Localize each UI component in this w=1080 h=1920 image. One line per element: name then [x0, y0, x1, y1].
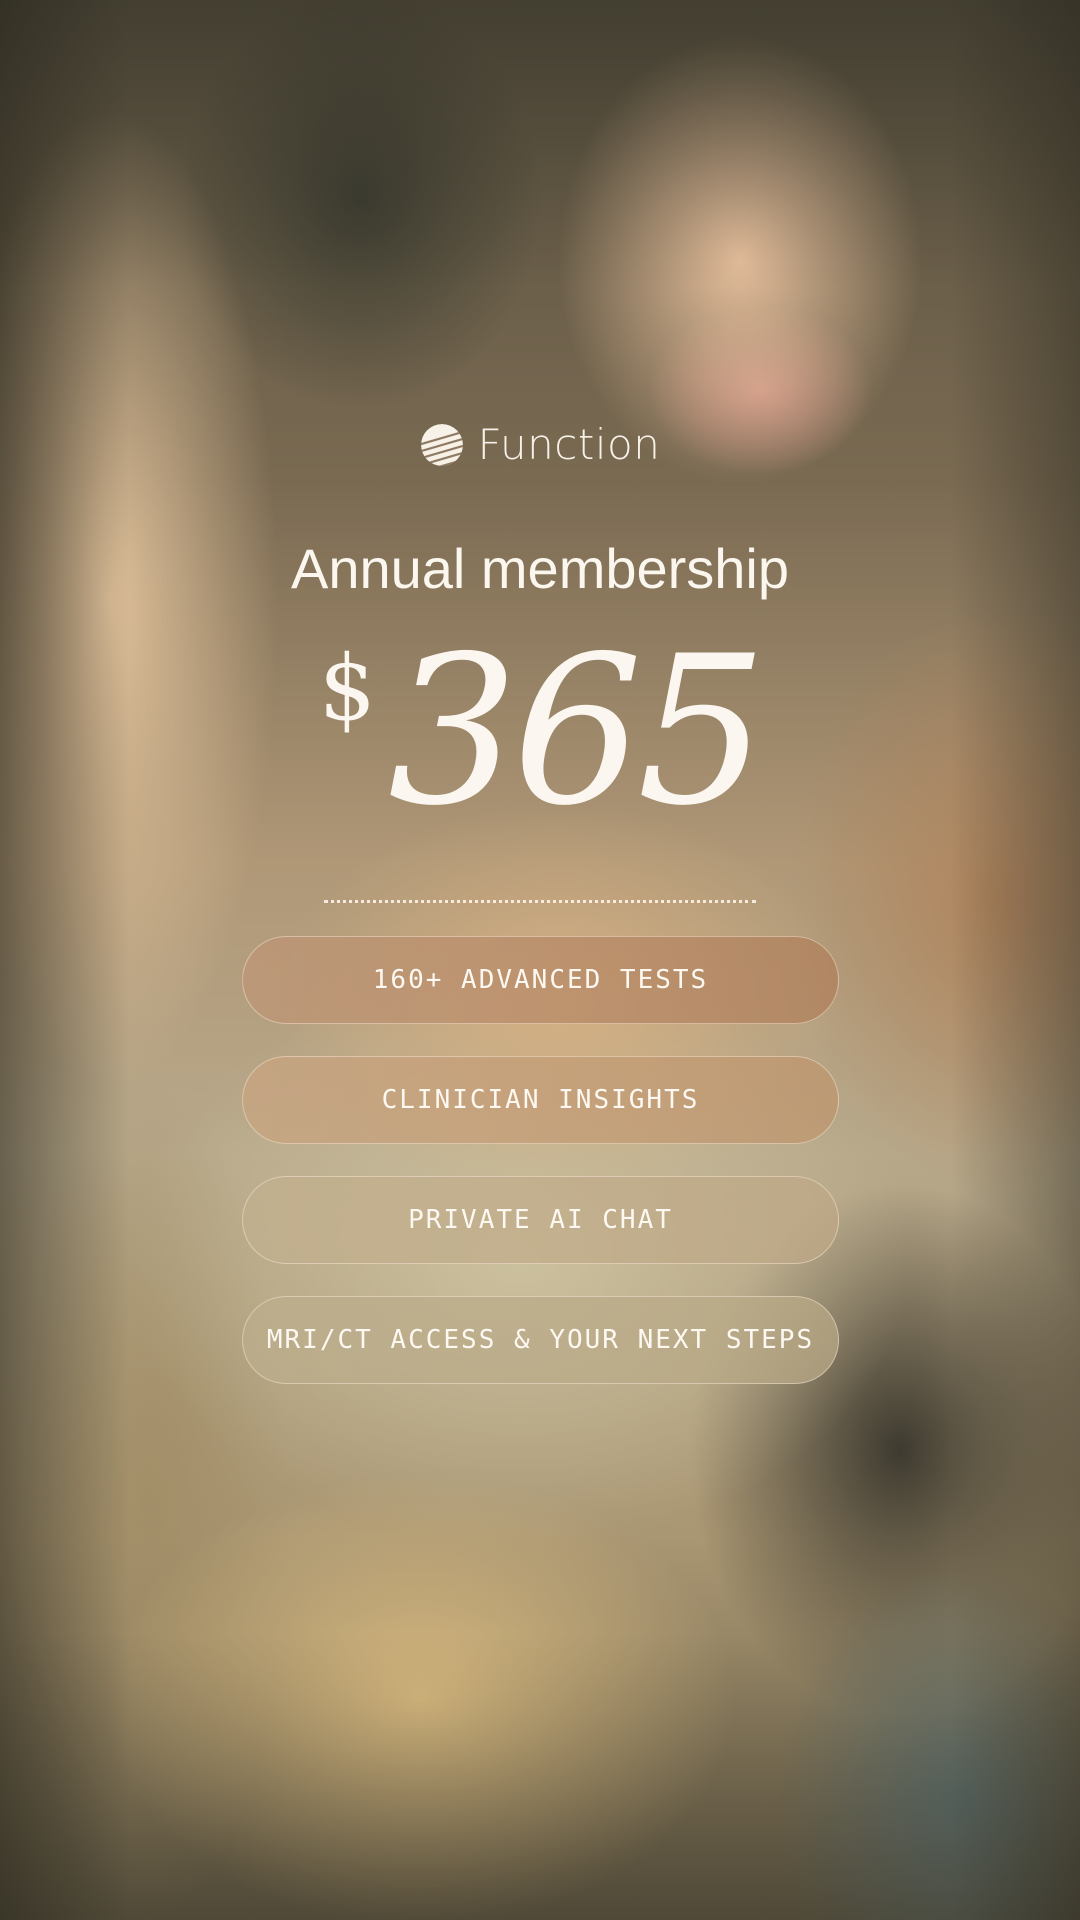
price: $ 365 — [0, 630, 1080, 840]
brand-name: Function — [477, 420, 661, 469]
dotted-divider — [324, 900, 756, 903]
price-amount: 365 — [387, 613, 767, 851]
price-currency: $ — [318, 636, 376, 741]
plan-title: Annual membership — [290, 537, 790, 600]
feature-pill-private-ai-chat: PRIVATE AI CHAT — [242, 1176, 839, 1264]
feature-pill-advanced-tests: 160+ ADVANCED TESTS — [242, 936, 839, 1024]
brand-logo: Function — [0, 420, 1080, 470]
striped-circle-icon — [420, 424, 463, 466]
feature-pill-mri-ct-access: MRI/CT ACCESS & YOUR NEXT STEPS — [242, 1296, 839, 1384]
content: Function Annual membership $ 365 160+ AD… — [0, 0, 1080, 1920]
feature-pill-clinician-insights: CLINICIAN INSIGHTS — [242, 1056, 839, 1144]
promo-screen: Function Annual membership $ 365 160+ AD… — [0, 0, 1080, 1920]
feature-list: 160+ ADVANCED TESTS CLINICIAN INSIGHTS P… — [242, 936, 839, 1416]
